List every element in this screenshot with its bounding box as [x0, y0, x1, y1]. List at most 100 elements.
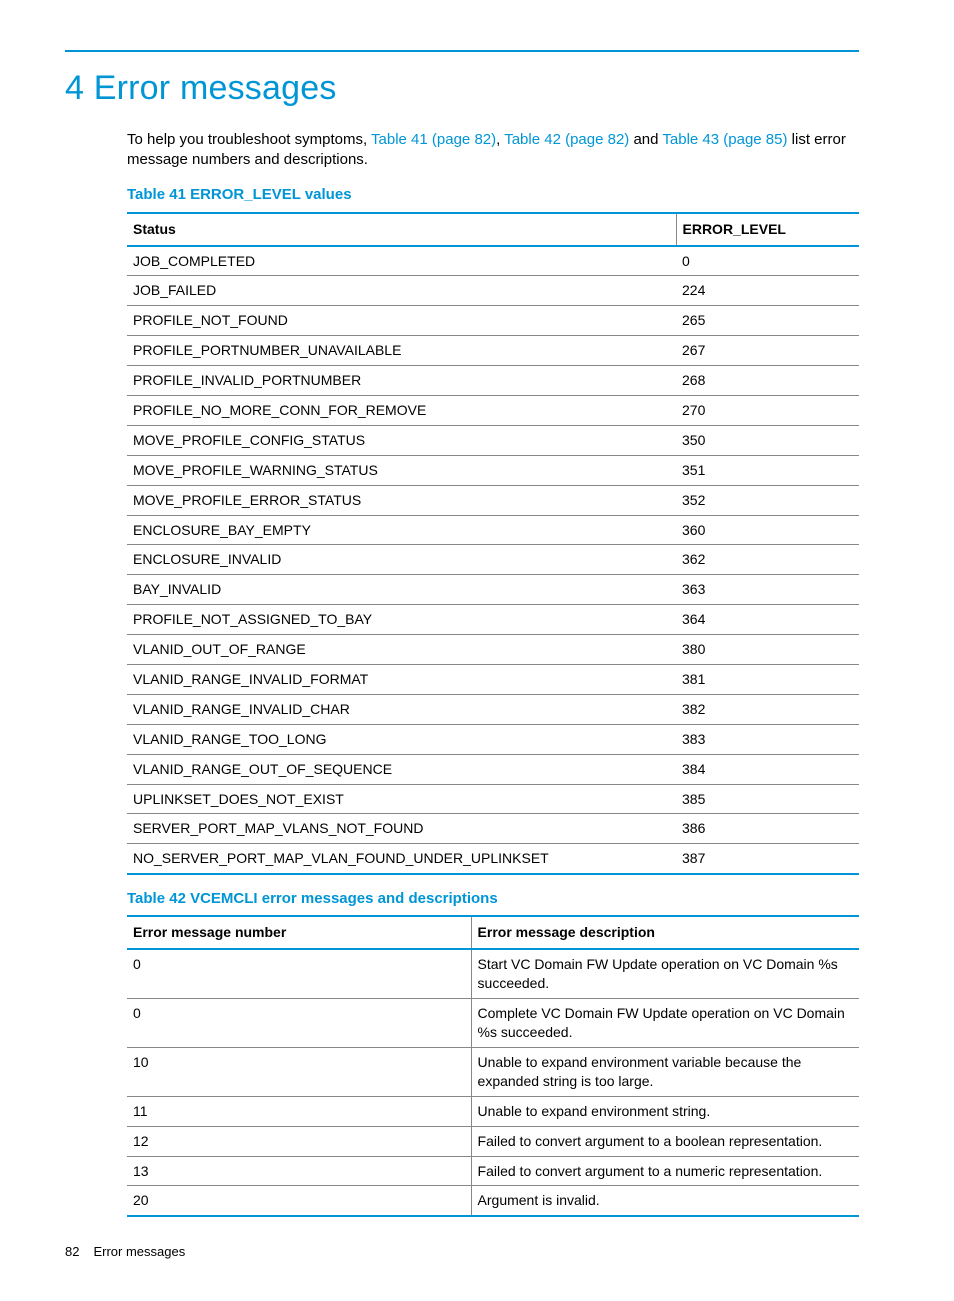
table42-cell: 0	[127, 999, 471, 1048]
table41-cell: 386	[676, 814, 859, 844]
table41-row: SERVER_PORT_MAP_VLANS_NOT_FOUND386	[127, 814, 859, 844]
table41-cell: 0	[676, 246, 859, 276]
table41-cell: 350	[676, 425, 859, 455]
table41-cell: 363	[676, 575, 859, 605]
table41-row: MOVE_PROFILE_ERROR_STATUS352	[127, 485, 859, 515]
table41-cell: ENCLOSURE_BAY_EMPTY	[127, 515, 676, 545]
table42-row: 0Complete VC Domain FW Update operation …	[127, 999, 859, 1048]
table41-cell: VLANID_RANGE_OUT_OF_SEQUENCE	[127, 754, 676, 784]
table41-row: VLANID_OUT_OF_RANGE380	[127, 635, 859, 665]
table41-cell: VLANID_RANGE_TOO_LONG	[127, 724, 676, 754]
table41-row: ENCLOSURE_INVALID362	[127, 545, 859, 575]
table41-cell: PROFILE_NOT_FOUND	[127, 306, 676, 336]
table42-cell: 12	[127, 1126, 471, 1156]
table42-header-number: Error message number	[127, 916, 471, 949]
table42-row: 13Failed to convert argument to a numeri…	[127, 1156, 859, 1186]
footer-title: Error messages	[93, 1243, 185, 1261]
table41-cell: VLANID_RANGE_INVALID_CHAR	[127, 694, 676, 724]
table41-row: PROFILE_INVALID_PORTNUMBER268	[127, 366, 859, 396]
table41-cell: 381	[676, 665, 859, 695]
table41-cell: PROFILE_INVALID_PORTNUMBER	[127, 366, 676, 396]
table42-cell: Start VC Domain FW Update operation on V…	[471, 949, 859, 998]
table41-cell: MOVE_PROFILE_WARNING_STATUS	[127, 455, 676, 485]
table41-row: MOVE_PROFILE_WARNING_STATUS351	[127, 455, 859, 485]
table41-cell: ENCLOSURE_INVALID	[127, 545, 676, 575]
table42: Error message number Error message descr…	[127, 915, 859, 1217]
table42-row: 12Failed to convert argument to a boolea…	[127, 1126, 859, 1156]
table41-caption: Table 41 ERROR_LEVEL values	[127, 185, 859, 205]
table41-cell: PROFILE_NO_MORE_CONN_FOR_REMOVE	[127, 395, 676, 425]
table41-row: JOB_COMPLETED0	[127, 246, 859, 276]
table42-cell: Unable to expand environment string.	[471, 1096, 859, 1126]
table41-cell: 224	[676, 276, 859, 306]
table41-cell: 387	[676, 844, 859, 874]
link-table43[interactable]: Table 43 (page 85)	[662, 131, 787, 148]
table41-row: MOVE_PROFILE_CONFIG_STATUS350	[127, 425, 859, 455]
table42-cell: 0	[127, 949, 471, 998]
table42-cell: Argument is invalid.	[471, 1186, 859, 1216]
table42-caption: Table 42 VCEMCLI error messages and desc…	[127, 889, 859, 909]
table41-row: UPLINKSET_DOES_NOT_EXIST385	[127, 784, 859, 814]
table41-cell: MOVE_PROFILE_ERROR_STATUS	[127, 485, 676, 515]
table42-cell: 20	[127, 1186, 471, 1216]
table41-row: PROFILE_NO_MORE_CONN_FOR_REMOVE270	[127, 395, 859, 425]
table41-row: NO_SERVER_PORT_MAP_VLAN_FOUND_UNDER_UPLI…	[127, 844, 859, 874]
table41-row: VLANID_RANGE_TOO_LONG383	[127, 724, 859, 754]
table41-cell: NO_SERVER_PORT_MAP_VLAN_FOUND_UNDER_UPLI…	[127, 844, 676, 874]
table41-cell: JOB_COMPLETED	[127, 246, 676, 276]
table42-row: 0Start VC Domain FW Update operation on …	[127, 949, 859, 998]
table42-cell: Unable to expand environment variable be…	[471, 1047, 859, 1096]
table41-cell: MOVE_PROFILE_CONFIG_STATUS	[127, 425, 676, 455]
table41-cell: 351	[676, 455, 859, 485]
table42-header-row: Error message number Error message descr…	[127, 916, 859, 949]
table41-cell: 362	[676, 545, 859, 575]
table41-cell: BAY_INVALID	[127, 575, 676, 605]
table41-row: PROFILE_PORTNUMBER_UNAVAILABLE267	[127, 336, 859, 366]
table42-cell: Failed to convert argument to a boolean …	[471, 1126, 859, 1156]
table42-cell: Failed to convert argument to a numeric …	[471, 1156, 859, 1186]
table41-cell: 360	[676, 515, 859, 545]
table41-header-errorlevel: ERROR_LEVEL	[676, 213, 859, 246]
table42-cell: Complete VC Domain FW Update operation o…	[471, 999, 859, 1048]
link-table42[interactable]: Table 42 (page 82)	[504, 131, 629, 148]
table41-row: PROFILE_NOT_ASSIGNED_TO_BAY364	[127, 605, 859, 635]
table41-cell: 382	[676, 694, 859, 724]
table41: Status ERROR_LEVEL JOB_COMPLETED0JOB_FAI…	[127, 212, 859, 876]
table41-cell: JOB_FAILED	[127, 276, 676, 306]
table42-cell: 13	[127, 1156, 471, 1186]
table41-row: JOB_FAILED224	[127, 276, 859, 306]
table42-row: 20Argument is invalid.	[127, 1186, 859, 1216]
table41-cell: PROFILE_NOT_ASSIGNED_TO_BAY	[127, 605, 676, 635]
table42-row: 11Unable to expand environment string.	[127, 1096, 859, 1126]
table41-row: ENCLOSURE_BAY_EMPTY360	[127, 515, 859, 545]
link-table41[interactable]: Table 41 (page 82)	[371, 131, 496, 148]
table41-cell: VLANID_OUT_OF_RANGE	[127, 635, 676, 665]
table41-header-row: Status ERROR_LEVEL	[127, 213, 859, 246]
intro-paragraph: To help you troubleshoot symptoms, Table…	[127, 130, 859, 171]
table41-cell: 383	[676, 724, 859, 754]
table41-cell: UPLINKSET_DOES_NOT_EXIST	[127, 784, 676, 814]
table42-cell: 11	[127, 1096, 471, 1126]
page-footer: 82 Error messages	[65, 1243, 859, 1261]
intro-sep: ,	[496, 131, 504, 148]
table41-cell: 265	[676, 306, 859, 336]
table41-row: VLANID_RANGE_OUT_OF_SEQUENCE384	[127, 754, 859, 784]
table41-row: VLANID_RANGE_INVALID_CHAR382	[127, 694, 859, 724]
table41-cell: 270	[676, 395, 859, 425]
table41-cell: 268	[676, 366, 859, 396]
intro-sep: and	[629, 131, 662, 148]
table42-cell: 10	[127, 1047, 471, 1096]
table41-cell: VLANID_RANGE_INVALID_FORMAT	[127, 665, 676, 695]
table41-cell: SERVER_PORT_MAP_VLANS_NOT_FOUND	[127, 814, 676, 844]
table41-cell: 380	[676, 635, 859, 665]
table41-cell: 352	[676, 485, 859, 515]
table41-cell: PROFILE_PORTNUMBER_UNAVAILABLE	[127, 336, 676, 366]
table41-row: BAY_INVALID363	[127, 575, 859, 605]
intro-text: To help you troubleshoot symptoms,	[127, 131, 371, 148]
page-heading: 4 Error messages	[65, 66, 859, 112]
table41-row: PROFILE_NOT_FOUND265	[127, 306, 859, 336]
table41-cell: 364	[676, 605, 859, 635]
table42-row: 10Unable to expand environment variable …	[127, 1047, 859, 1096]
top-rule	[65, 50, 859, 52]
table42-header-description: Error message description	[471, 916, 859, 949]
